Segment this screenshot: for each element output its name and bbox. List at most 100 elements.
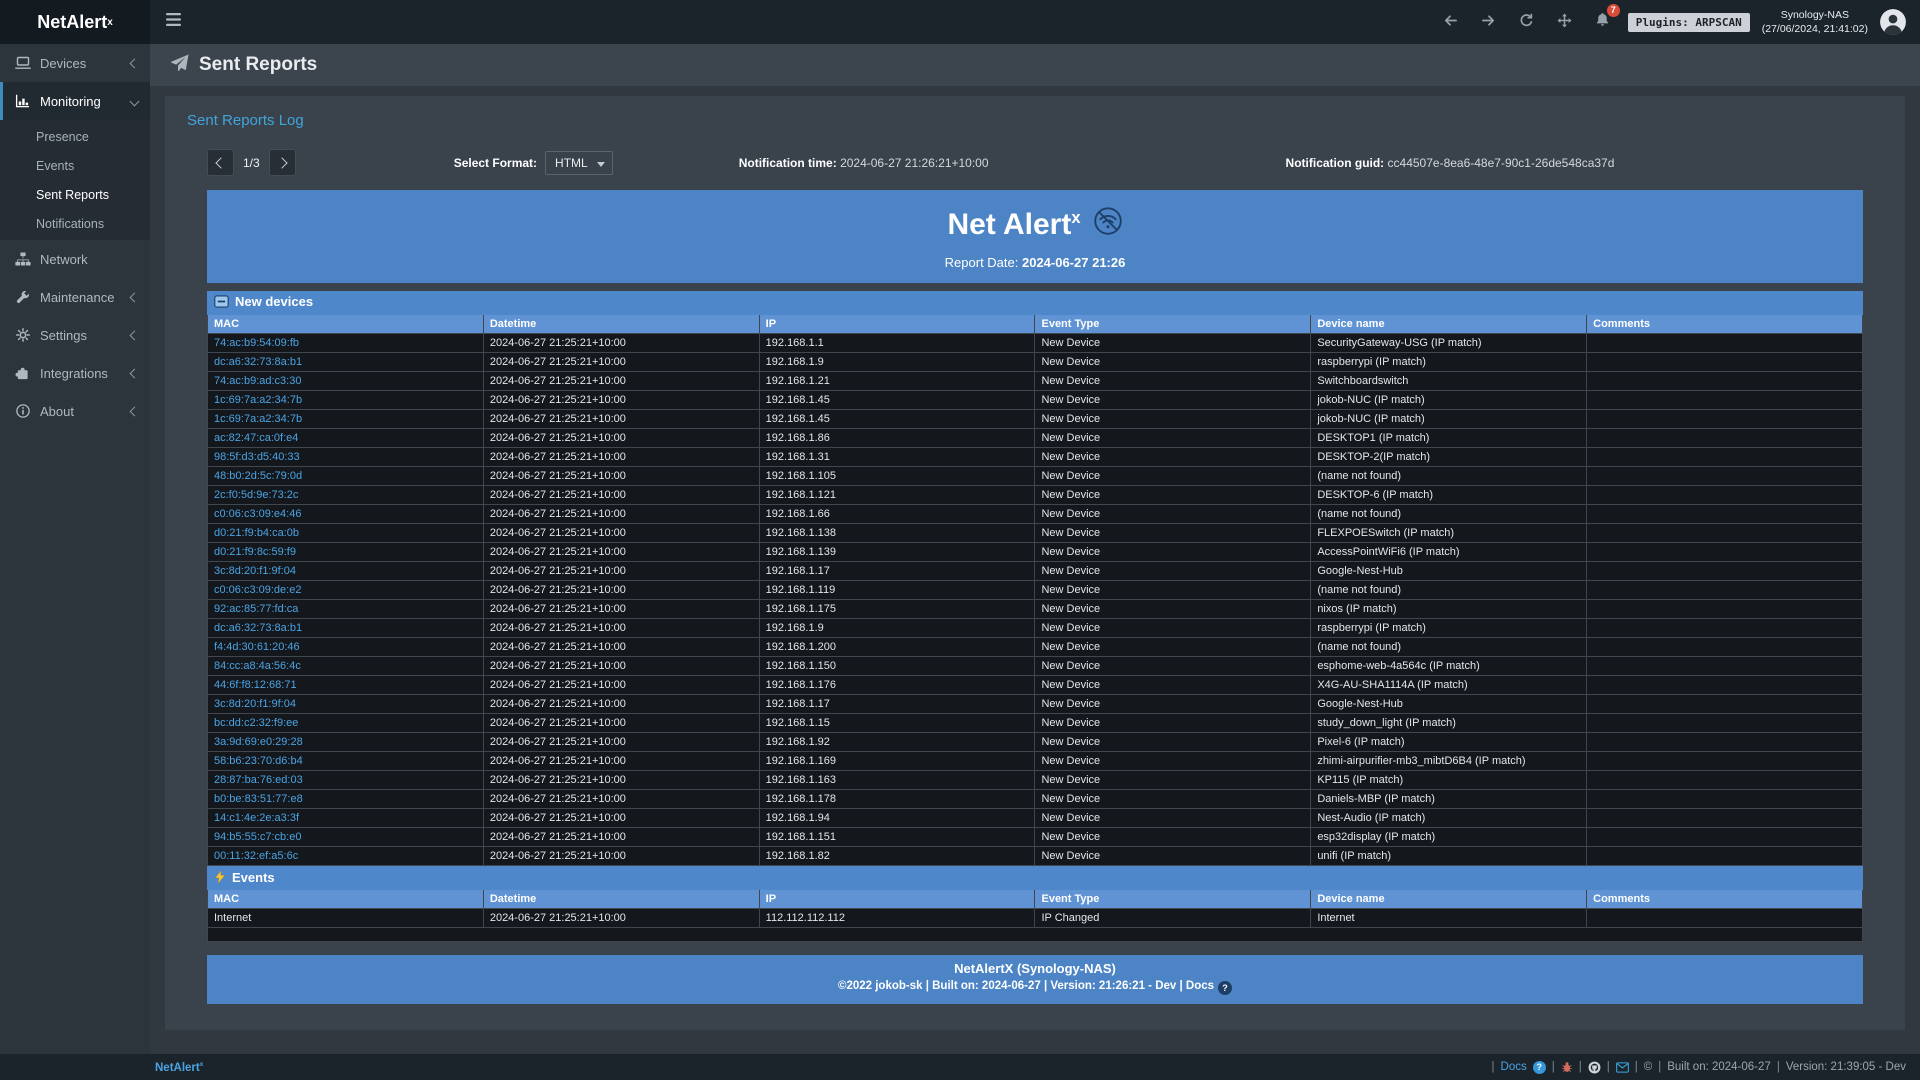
cell-device-name: FLEXPOESwitch (IP match): [1311, 524, 1587, 543]
sidebar-toggle-button[interactable]: [150, 0, 196, 44]
next-page-button[interactable]: [269, 149, 296, 176]
cell-mac: 94:b5:55:c7:cb:e0: [208, 828, 484, 847]
sidebar-item-sent-reports[interactable]: Sent Reports: [0, 180, 150, 209]
sidebar-item-label: Devices: [40, 56, 86, 71]
sidebar-item-maintenance[interactable]: Maintenance: [0, 278, 150, 316]
cell-event-type: New Device: [1035, 562, 1311, 581]
mac-link[interactable]: 14:c1:4e:2e:a3:3f: [214, 812, 299, 824]
laptop-icon: [14, 56, 31, 70]
move-arrows-icon: [1557, 13, 1572, 31]
table-row: b0:be:83:51:77:e82024-06-27 21:25:21+10:…: [208, 790, 1863, 809]
format-select[interactable]: HTML: [545, 151, 613, 175]
separator: |: [1635, 1061, 1638, 1073]
cell-ip: 192.168.1.139: [759, 543, 1035, 562]
cell-event-type: New Device: [1035, 657, 1311, 676]
cell-ip: 192.168.1.150: [759, 657, 1035, 676]
mac-link[interactable]: 74:ac:b9:ad:c3:30: [214, 375, 301, 387]
mac-link[interactable]: 3c:8d:20:f1:9f:04: [214, 565, 296, 577]
cell-comments: [1587, 467, 1863, 486]
mac-link[interactable]: d0:21:f9:8c:59:f9: [214, 546, 296, 558]
sidebar-item-devices[interactable]: Devices: [0, 44, 150, 82]
mac-link[interactable]: dc:a6:32:73:8a:b1: [214, 622, 302, 634]
cell-comments: [1587, 562, 1863, 581]
mac-link[interactable]: 2c:f0:5d:9e:73:2c: [214, 489, 298, 501]
sidebar-item-monitoring[interactable]: Monitoring: [0, 82, 150, 120]
notifications-button[interactable]: 7: [1590, 0, 1616, 44]
mac-link[interactable]: 92:ac:85:77:fd:ca: [214, 603, 298, 615]
cell-ip: 192.168.1.169: [759, 752, 1035, 771]
cell-ip: 192.168.1.45: [759, 391, 1035, 410]
nav-back-button[interactable]: [1438, 0, 1464, 44]
github-icon[interactable]: [1588, 1061, 1601, 1074]
cell-datetime: 2024-06-27 21:25:21+10:00: [483, 429, 759, 448]
sidebar-item-integrations[interactable]: Integrations: [0, 354, 150, 392]
sidebar-item-events[interactable]: Events: [0, 151, 150, 180]
bug-icon[interactable]: [1561, 1061, 1573, 1073]
cell-datetime: 2024-06-27 21:25:21+10:00: [483, 334, 759, 353]
column-header: IP: [759, 315, 1035, 334]
mac-link[interactable]: 74:ac:b9:54:09:fb: [214, 337, 299, 349]
sidebar-item-presence[interactable]: Presence: [0, 122, 150, 151]
mac-link[interactable]: 1c:69:7a:a2:34:7b: [214, 394, 302, 406]
mac-link[interactable]: dc:a6:32:73:8a:b1: [214, 356, 302, 368]
mac-link[interactable]: 00:11:32:ef:a5:6c: [214, 850, 298, 862]
cell-comments: [1587, 790, 1863, 809]
notification-guid: Notification guid: cc44507e-8ea6-48e7-90…: [1286, 156, 1615, 170]
prev-page-button[interactable]: [207, 149, 234, 176]
footer-docs-link[interactable]: Docs: [1501, 1061, 1527, 1073]
mac-link[interactable]: 94:b5:55:c7:cb:e0: [214, 831, 301, 843]
cell-device-name: jokob-NUC (IP match): [1311, 391, 1587, 410]
mac-link[interactable]: 28:87:ba:76:ed:03: [214, 774, 303, 786]
refresh-button[interactable]: [1514, 0, 1540, 44]
cell-datetime: 2024-06-27 21:25:21+10:00: [483, 353, 759, 372]
mail-icon[interactable]: [1616, 1062, 1629, 1073]
report-title: Net Alertx: [947, 206, 1122, 244]
brand-sup: x: [107, 17, 113, 28]
docs-question-icon[interactable]: ?: [1218, 981, 1232, 995]
table-row: d0:21:f9:b4:ca:0b2024-06-27 21:25:21+10:…: [208, 524, 1863, 543]
mac-link[interactable]: 98:5f:d3:d5:40:33: [214, 451, 300, 463]
mac-link[interactable]: c0:06:c3:09:de:e2: [214, 584, 301, 596]
footer-brand[interactable]: NetAlertx: [155, 1061, 203, 1074]
arrow-right-icon: [1481, 13, 1496, 31]
cell-device-name: unifi (IP match): [1311, 847, 1587, 866]
avatar[interactable]: [1880, 9, 1906, 35]
cell-comments: [1587, 353, 1863, 372]
plugins-status-chip[interactable]: Plugins: ARPSCAN: [1628, 13, 1750, 32]
mac-link[interactable]: f4:4d:30:61:20:46: [214, 641, 300, 653]
cell-comments: [1587, 619, 1863, 638]
docs-question-icon[interactable]: ?: [1533, 1061, 1546, 1074]
mac-link[interactable]: 48:b0:2d:5c:79:0d: [214, 470, 302, 482]
mac-link[interactable]: c0:06:c3:09:e4:46: [214, 508, 301, 520]
sidebar-item-network[interactable]: Network: [0, 240, 150, 278]
cell-ip: 112.112.112.112: [759, 909, 1035, 928]
cell-mac: 3c:8d:20:f1:9f:04: [208, 562, 484, 581]
cell-mac: 14:c1:4e:2e:a3:3f: [208, 809, 484, 828]
mac-link[interactable]: ac:82:47:ca:0f:e4: [214, 432, 298, 444]
mac-link[interactable]: 1c:69:7a:a2:34:7b: [214, 413, 302, 425]
mac-link[interactable]: 84:cc:a8:4a:56:4c: [214, 660, 301, 672]
nav-forward-button[interactable]: [1476, 0, 1502, 44]
table-row: c0:06:c3:09:de:e22024-06-27 21:25:21+10:…: [208, 581, 1863, 600]
sidebar-item-settings[interactable]: Settings: [0, 316, 150, 354]
sub-item-label: Events: [36, 159, 74, 173]
cell-mac: 1c:69:7a:a2:34:7b: [208, 391, 484, 410]
sidebar-item-about[interactable]: About: [0, 392, 150, 430]
mac-link[interactable]: 3a:9d:69:e0:29:28: [214, 736, 303, 748]
move-button[interactable]: [1552, 0, 1578, 44]
mac-link[interactable]: d0:21:f9:b4:ca:0b: [214, 527, 299, 539]
cell-datetime: 2024-06-27 21:25:21+10:00: [483, 676, 759, 695]
mac-link[interactable]: bc:dd:c2:32:f9:ee: [214, 717, 298, 729]
mac-link[interactable]: 44:6f:f8:12:68:71: [214, 679, 297, 691]
mac-link[interactable]: b0:be:83:51:77:e8: [214, 793, 303, 805]
cell-mac: Internet: [208, 909, 484, 928]
cell-mac: 00:11:32:ef:a5:6c: [208, 847, 484, 866]
copyright-icon[interactable]: ©: [1644, 1061, 1652, 1073]
mac-link[interactable]: 3c:8d:20:f1:9f:04: [214, 698, 296, 710]
cell-comments: [1587, 600, 1863, 619]
brand-logo[interactable]: NetAlertx: [0, 0, 150, 44]
sidebar-item-notifications[interactable]: Notifications: [0, 209, 150, 238]
mac-link[interactable]: 58:b6:23:70:d6:b4: [214, 755, 303, 767]
cell-device-name: raspberrypi (IP match): [1311, 619, 1587, 638]
notification-time: Notification time: 2024-06-27 21:26:21+1…: [739, 156, 989, 170]
